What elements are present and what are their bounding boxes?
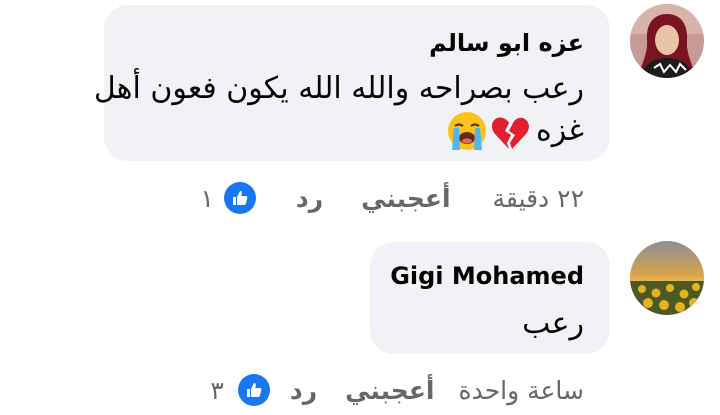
comment-bubble: Gigi Mohamed رعب bbox=[370, 242, 610, 354]
comments-thread: عزه ابو سالم رعب بصراحه والله الله يكون … bbox=[0, 0, 720, 415]
comment-text: رعب بصراحه والله الله يكون فعون أهل bbox=[93, 71, 584, 106]
comment-actions: ساعة واحدة أعجبني رد ٣ bbox=[210, 370, 584, 410]
reaction-summary[interactable]: ١ bbox=[200, 182, 256, 214]
like-button[interactable]: أعجبني bbox=[361, 184, 450, 213]
reply-button[interactable]: رد bbox=[296, 184, 323, 213]
like-button[interactable]: أعجبني bbox=[345, 376, 434, 405]
comment-author[interactable]: Gigi Mohamed bbox=[390, 262, 584, 290]
broken-heart-icon bbox=[491, 117, 529, 149]
reaction-summary[interactable]: ٣ bbox=[210, 374, 270, 406]
avatar[interactable] bbox=[630, 241, 704, 315]
comment-author[interactable]: عزه ابو سالم bbox=[429, 29, 584, 57]
thumbs-up-icon bbox=[237, 374, 270, 406]
loudly-crying-face-icon bbox=[448, 112, 486, 150]
comment-timestamp[interactable]: ٢٢ دقيقة bbox=[493, 184, 584, 213]
comment-bubble: عزه ابو سالم رعب بصراحه والله الله يكون … bbox=[94, 5, 610, 161]
reaction-count: ١ bbox=[200, 183, 214, 213]
comment-timestamp[interactable]: ساعة واحدة bbox=[458, 376, 584, 405]
comment-text: غزه bbox=[536, 113, 584, 148]
reaction-count: ٣ bbox=[210, 375, 224, 405]
comment-text: رعب bbox=[522, 306, 584, 341]
thumbs-up-icon bbox=[223, 182, 256, 214]
comment-actions: ٢٢ دقيقة أعجبني رد ١ bbox=[200, 178, 584, 218]
avatar[interactable] bbox=[630, 4, 704, 78]
reply-button[interactable]: رد bbox=[290, 376, 317, 405]
